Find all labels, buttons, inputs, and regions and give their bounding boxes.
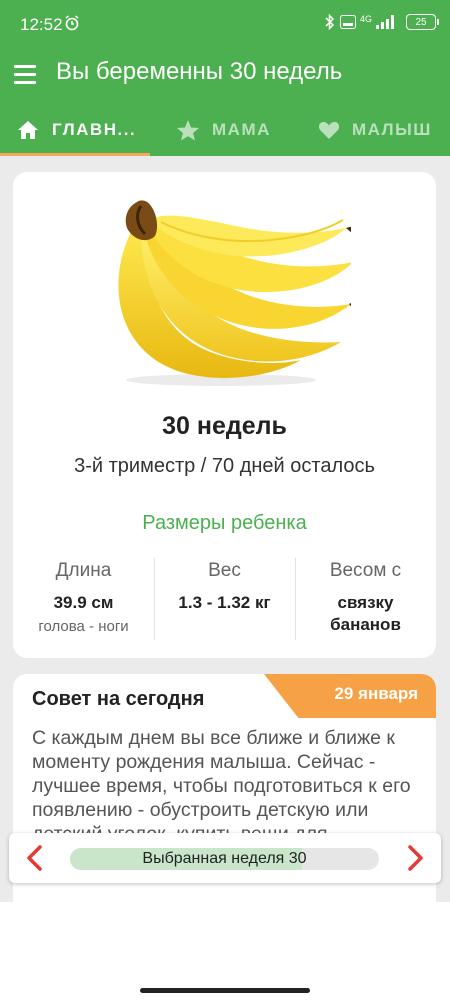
stat-length-note: голова - ноги [38, 618, 129, 635]
baby-stats: Длина 39.9 см голова - ноги Вес 1.3 - 1.… [13, 556, 436, 646]
tip-date: 29 января [334, 684, 418, 703]
tab-bar: ГЛАВН... МАМА МАЛЫШ [0, 104, 450, 156]
tab-mom[interactable]: МАМА [176, 104, 271, 156]
week-card: 30 недель 3-й триместр / 70 дней осталос… [13, 172, 436, 658]
tab-baby-label: МАЛЫШ [352, 120, 432, 139]
network-type: 4G [359, 14, 372, 24]
alarm-icon [65, 15, 79, 31]
battery-icon: 25 [406, 14, 439, 30]
tab-mom-label: МАМА [212, 120, 271, 139]
previous-week-button[interactable] [21, 844, 49, 872]
tip-body: С каждым днем вы все ближе и ближе к мом… [32, 727, 411, 845]
stat-length-label: Длина [55, 560, 112, 581]
banana-image [118, 200, 351, 386]
volte-icon [339, 15, 356, 29]
toolbar: Вы беременны 30 недель [0, 48, 450, 100]
home-icon [18, 121, 38, 139]
tab-indicator [0, 153, 150, 156]
status-bar: 12:52 4G 25 [0, 0, 450, 48]
signal-icon [376, 15, 394, 29]
week-progress[interactable]: Выбранная неделя 30 [70, 848, 379, 870]
stat-weight-value: 1.3 - 1.32 кг [178, 593, 271, 612]
stat-length: Длина 39.9 см голова - ноги [13, 556, 154, 646]
week-subtitle: 3-й триместр / 70 дней осталось [74, 455, 375, 477]
menu-icon[interactable] [14, 60, 42, 88]
stat-comparison: Весом с связку бананов [295, 556, 436, 646]
heart-icon [318, 122, 340, 139]
next-week-button[interactable] [401, 844, 429, 872]
app-bar: 12:52 4G 25 Вы беременны 30 недель ГЛАВН… [0, 0, 450, 156]
tip-title: Совет на сегодня [32, 688, 205, 710]
bottom-area [0, 902, 450, 1000]
tab-baby[interactable]: МАЛЫШ [318, 104, 432, 156]
gesture-bar[interactable] [140, 988, 310, 993]
stat-length-value: 39.9 см [53, 593, 114, 612]
tab-main[interactable]: ГЛАВН... [16, 104, 136, 156]
stat-weight: Вес 1.3 - 1.32 кг [154, 556, 295, 646]
bluetooth-icon [325, 14, 335, 30]
stat-comparison-label: Весом с [329, 560, 402, 581]
stat-weight-label: Вес [208, 560, 241, 581]
tab-main-label: ГЛАВН... [52, 120, 137, 139]
battery-level: 25 [415, 16, 427, 28]
week-selector-label: Выбранная неделя 30 [142, 850, 307, 867]
status-icons: 4G 25 [324, 14, 439, 30]
page-title: Вы беременны 30 недель [56, 58, 343, 85]
week-selector: Выбранная неделя 30 [9, 833, 441, 883]
week-title: 30 недель [162, 412, 287, 440]
stat-comparison-value: связку бананов [330, 593, 401, 634]
status-time: 12:52 [20, 15, 63, 34]
baby-size-heading: Размеры ребенка [142, 512, 307, 534]
star-icon [177, 120, 199, 141]
